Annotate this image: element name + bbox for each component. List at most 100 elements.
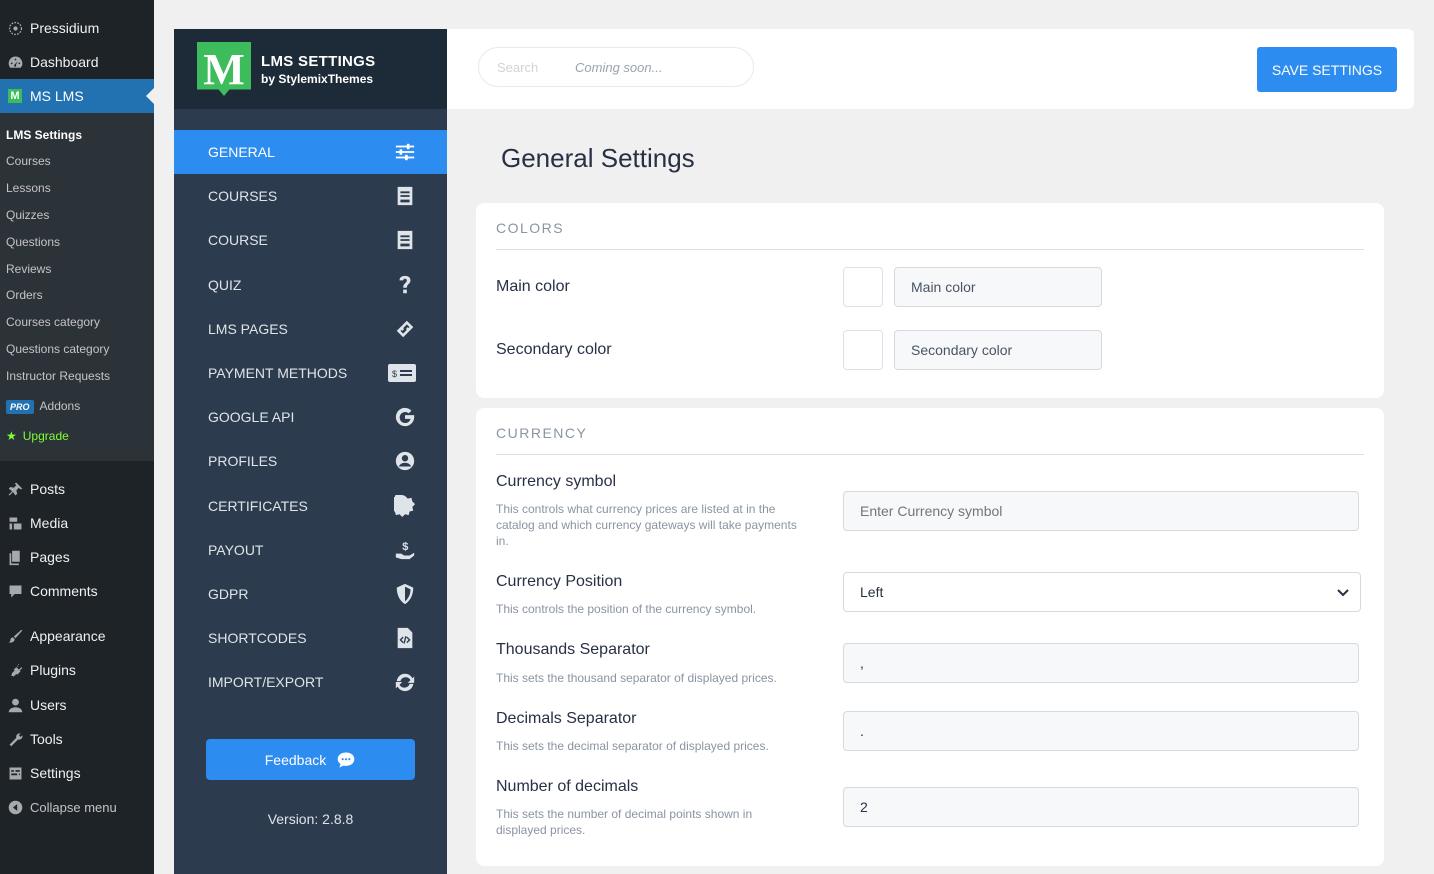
nav-label: COURSE [208,232,268,248]
submenu-courses[interactable]: Courses [6,154,51,168]
wp-menu-comments[interactable]: Comments [0,574,154,608]
nav-label: COURSES [208,188,278,204]
feedback-button[interactable]: Feedback [206,739,415,780]
media-label: Media [30,515,69,531]
search-input[interactable] [497,59,567,75]
wp-menu-site[interactable]: Pressidium [0,11,154,45]
brush-icon [0,628,30,645]
currency-symbol-input[interactable] [843,491,1359,531]
thousands-separator-desc: This sets the thousand separator of disp… [496,671,777,685]
search-box[interactable]: Coming soon... [478,47,754,87]
lms-brand: M LMS SETTINGS by StylemixThemes [174,29,447,109]
book-icon [393,229,417,251]
tools-label: Tools [30,731,63,747]
number-of-decimals-desc: This sets the number of decimal points s… [496,807,753,837]
nav-general[interactable]: GENERAL [174,130,447,174]
settings-label: Settings [30,765,81,781]
thousands-separator-input[interactable]: , [843,643,1359,683]
user-icon [0,697,30,714]
currency-symbol-label: Currency symbol [496,473,617,490]
hand-dollar-icon: $ [393,539,417,561]
nav-label: SHORTCODES [208,630,307,646]
nav-label: GENERAL [208,144,275,160]
divider [496,454,1364,455]
currency-position-label: Currency Position [496,573,623,590]
media-icon [0,515,30,532]
users-label: Users [30,697,67,713]
wp-menu-dashboard[interactable]: Dashboard [0,45,154,79]
wp-menu-users[interactable]: Users [0,688,154,722]
wp-menu-appearance[interactable]: Appearance [0,619,154,653]
svg-text:$: $ [402,541,408,553]
secondary-color-swatch[interactable] [843,330,883,370]
submenu-courses-category[interactable]: Courses category [6,315,100,329]
wp-menu-pages[interactable]: Pages [0,540,154,574]
submenu-upgrade[interactable]: ★ Upgrade [6,429,69,443]
chevron-down-icon [1336,585,1350,599]
secondary-color-field[interactable]: Secondary color [894,330,1102,370]
save-settings-button[interactable]: SAVE SETTINGS [1257,47,1397,92]
comments-label: Comments [30,583,98,599]
nav-label: IMPORT/EXPORT [208,674,324,690]
currency-heading: CURRENCY [496,425,588,441]
main-color-field[interactable]: Main color [894,267,1102,307]
submenu-lms-settings[interactable]: LMS Settings [6,128,82,142]
decimals-separator-input[interactable]: . [843,711,1359,751]
nav-courses[interactable]: COURSES [174,174,447,218]
nav-certificates[interactable]: CERTIFICATES [174,484,447,528]
code-file-icon [393,627,417,649]
currency-symbol-desc: This controls what currency prices are l… [496,502,797,548]
top-bar: Coming soon... SAVE SETTINGS [447,29,1414,109]
lms-settings-nav: M LMS SETTINGS by StylemixThemes GENERAL… [174,29,447,874]
collapse-label: Collapse menu [30,799,117,815]
page-title: General Settings [501,143,695,173]
feedback-label: Feedback [264,751,327,768]
nav-import-export[interactable]: IMPORT/EXPORT [174,660,447,704]
ms-lms-submenu: LMS Settings Courses Lessons Quizzes Que… [0,113,154,461]
nav-profiles[interactable]: PROFILES [174,439,447,483]
wp-menu-posts[interactable]: Posts [0,472,154,506]
addons-label: Addons [39,399,81,413]
submenu-questions[interactable]: Questions [6,235,60,249]
wp-menu-tools[interactable]: Tools [0,722,154,756]
star-icon: ★ [6,429,17,443]
nav-lms-pages[interactable]: LMS PAGES [174,307,447,351]
submenu-quizzes[interactable]: Quizzes [6,208,49,222]
currency-position-select[interactable]: Left [843,572,1361,612]
main-color-swatch[interactable] [843,267,883,307]
nav-quiz[interactable]: QUIZ [174,263,447,307]
submenu-addons[interactable]: PRO Addons [6,399,80,414]
nav-shortcodes[interactable]: SHORTCODES [174,616,447,660]
submenu-orders[interactable]: Orders [6,288,43,302]
nav-label: PROFILES [208,453,278,469]
wp-menu-ms-lms[interactable]: M MS LMS [0,79,154,113]
upgrade-label: Upgrade [22,429,69,443]
nav-gdpr[interactable]: GDPR [174,572,447,616]
wp-menu-collapse[interactable]: Collapse menu [0,790,154,824]
submenu-lessons[interactable]: Lessons [6,181,51,195]
nav-course[interactable]: COURSE [174,218,447,262]
decimals-separator-label: Decimals Separator [496,710,637,727]
sliders-icon [393,141,417,163]
wp-menu-settings[interactable]: Settings [0,756,154,790]
shield-icon [393,583,417,605]
pages-label: Pages [30,549,70,565]
nav-payout[interactable]: PAYOUT $ [174,528,447,572]
dashboard-icon [0,54,30,71]
svg-text:$: $ [392,369,397,379]
currency-section: CURRENCY Currency symbol This controls w… [476,408,1384,866]
submenu-questions-category[interactable]: Questions category [6,342,109,356]
nav-label: PAYMENT METHODS [208,365,348,381]
submenu-instructor-requests[interactable]: Instructor Requests [6,369,110,383]
number-of-decimals-input[interactable]: 2 [843,787,1359,827]
nav-google-api[interactable]: GOOGLE API [174,395,447,439]
lms-logo: M [197,42,251,96]
wp-menu-media[interactable]: Media [0,506,154,540]
google-icon [393,406,417,428]
plug-icon [0,662,30,679]
wp-menu-plugins[interactable]: Plugins [0,653,154,687]
nav-payment-methods[interactable]: PAYMENT METHODS $ [174,351,447,395]
posts-label: Posts [30,481,66,497]
submenu-reviews[interactable]: Reviews [6,262,51,276]
plugins-label: Plugins [30,662,76,678]
